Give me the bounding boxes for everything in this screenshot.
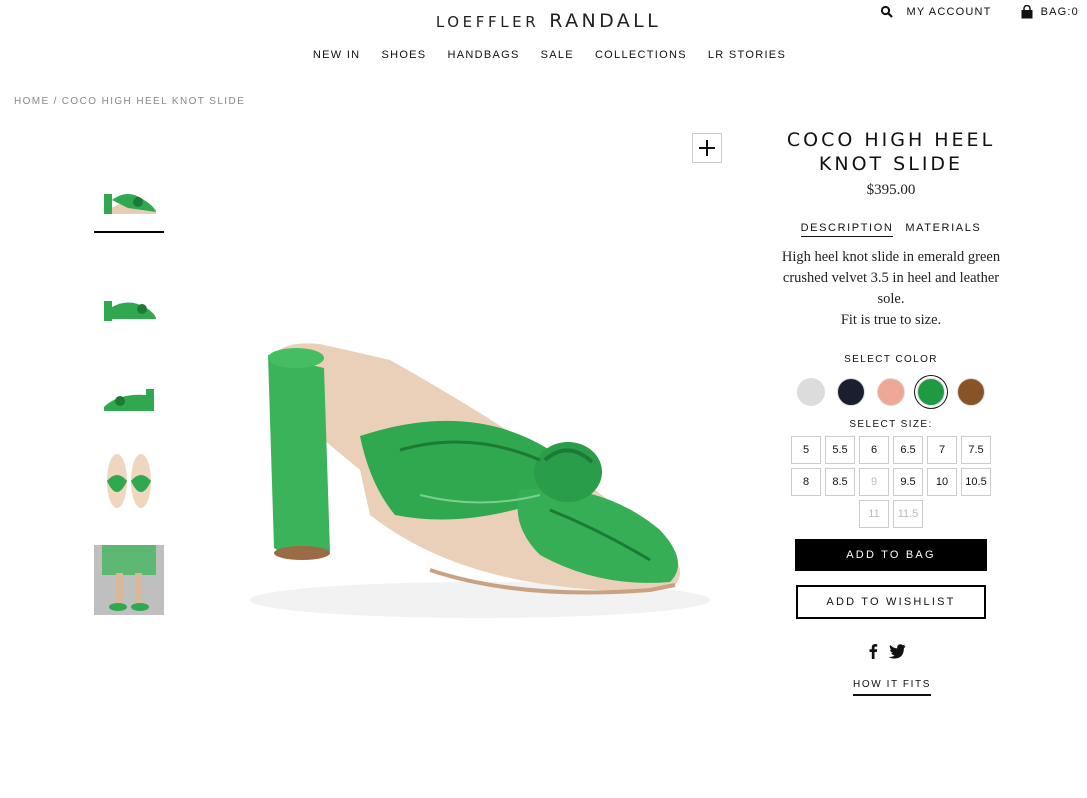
nav-item-sale[interactable]: SALE: [541, 49, 574, 61]
size-option-10-5[interactable]: 10.5: [961, 468, 991, 496]
social-share: [868, 643, 906, 664]
product-description: High heel knot slide in emerald green cr…: [770, 247, 1012, 331]
shopping-bag-icon[interactable]: [1020, 4, 1034, 19]
size-option-6[interactable]: 6: [859, 436, 889, 464]
select-size-label: SELECT SIZE:: [849, 419, 933, 430]
thumbnail-top-view[interactable]: [94, 447, 164, 517]
utility-bar: MY ACCOUNT BAG:0: [880, 4, 1079, 19]
size-option-7[interactable]: 7: [927, 436, 957, 464]
product-price: $395.00: [866, 182, 916, 198]
nav-item-new-in[interactable]: NEW IN: [313, 49, 361, 61]
nav-item-shoes[interactable]: SHOES: [381, 49, 426, 61]
size-option-10[interactable]: 10: [927, 468, 957, 496]
thumbnail-model-view[interactable]: [94, 545, 164, 615]
size-option-8-5[interactable]: 8.5: [825, 468, 855, 496]
breadcrumb-home[interactable]: HOME: [14, 96, 50, 107]
size-option-8[interactable]: 8: [791, 468, 821, 496]
nav-item-collections[interactable]: COLLECTIONS: [595, 49, 687, 61]
product-tabs: DESCRIPTION MATERIALS: [770, 222, 1012, 237]
search-icon[interactable]: [880, 5, 894, 19]
breadcrumb-separator: /: [53, 96, 58, 107]
size-option-11[interactable]: 11: [859, 500, 889, 528]
breadcrumb-current[interactable]: COCO HIGH HEEL KNOT SLIDE: [62, 96, 245, 107]
color-swatch-blush[interactable]: [877, 378, 905, 406]
tab-description[interactable]: DESCRIPTION: [800, 222, 894, 237]
nav-item-handbags[interactable]: HANDBAGS: [447, 49, 519, 61]
size-option-9-5[interactable]: 9.5: [893, 468, 923, 496]
product-title: COCO HIGH HEEL KNOT SLIDE: [770, 128, 1012, 176]
nav-item-lr-stories[interactable]: LR STORIES: [708, 49, 786, 61]
color-swatches: [770, 378, 1012, 406]
zoom-button[interactable]: [692, 133, 722, 163]
add-to-wishlist-button[interactable]: ADD TO WISHLIST: [796, 585, 986, 619]
color-swatch-navy[interactable]: [837, 378, 865, 406]
thumbnail-side-view[interactable]: [94, 168, 164, 233]
bag-count-link[interactable]: BAG:0: [1041, 6, 1079, 18]
color-swatch-silver[interactable]: [797, 378, 825, 406]
size-option-9[interactable]: 9: [859, 468, 889, 496]
color-swatch-emerald[interactable]: [917, 378, 945, 406]
my-account-link[interactable]: MY ACCOUNT: [906, 6, 991, 18]
size-option-11-5[interactable]: 11.5: [893, 500, 923, 528]
facebook-icon[interactable]: [868, 643, 878, 664]
fit-note: Fit is true to size.: [840, 312, 942, 328]
product-title-line1: COCO HIGH HEEL: [786, 129, 996, 151]
breadcrumb: HOME / COCO HIGH HEEL KNOT SLIDE: [14, 96, 245, 107]
size-option-5[interactable]: 5: [791, 436, 821, 464]
brand-name-part1: LOEFFLER: [435, 13, 540, 31]
add-to-bag-button[interactable]: ADD TO BAG: [795, 539, 987, 571]
select-color-label: SELECT COLOR: [844, 354, 938, 365]
twitter-icon[interactable]: [888, 643, 906, 664]
size-option-6-5[interactable]: 6.5: [893, 436, 923, 464]
tab-materials[interactable]: MATERIALS: [905, 222, 981, 237]
product-info: COCO HIGH HEEL KNOT SLIDE $395.00 DESCRI…: [770, 128, 1012, 430]
thumbnail-back-view[interactable]: [94, 362, 164, 432]
main-product-image: [220, 300, 740, 640]
product-title-line2: KNOT SLIDE: [818, 153, 964, 175]
description-text: High heel knot slide in emerald green cr…: [781, 249, 1001, 307]
plus-icon: [699, 140, 715, 156]
size-option-5-5[interactable]: 5.5: [825, 436, 855, 464]
size-option-7-5[interactable]: 7.5: [961, 436, 991, 464]
color-swatch-bronze[interactable]: [957, 378, 985, 406]
main-nav: NEW IN SHOES HANDBAGS SALE COLLECTIONS L…: [0, 49, 1087, 61]
how-it-fits-link[interactable]: HOW IT FITS: [853, 679, 931, 696]
brand-name-part2: RANDALL: [549, 10, 662, 32]
thumbnail-profile-view[interactable]: [94, 272, 164, 342]
